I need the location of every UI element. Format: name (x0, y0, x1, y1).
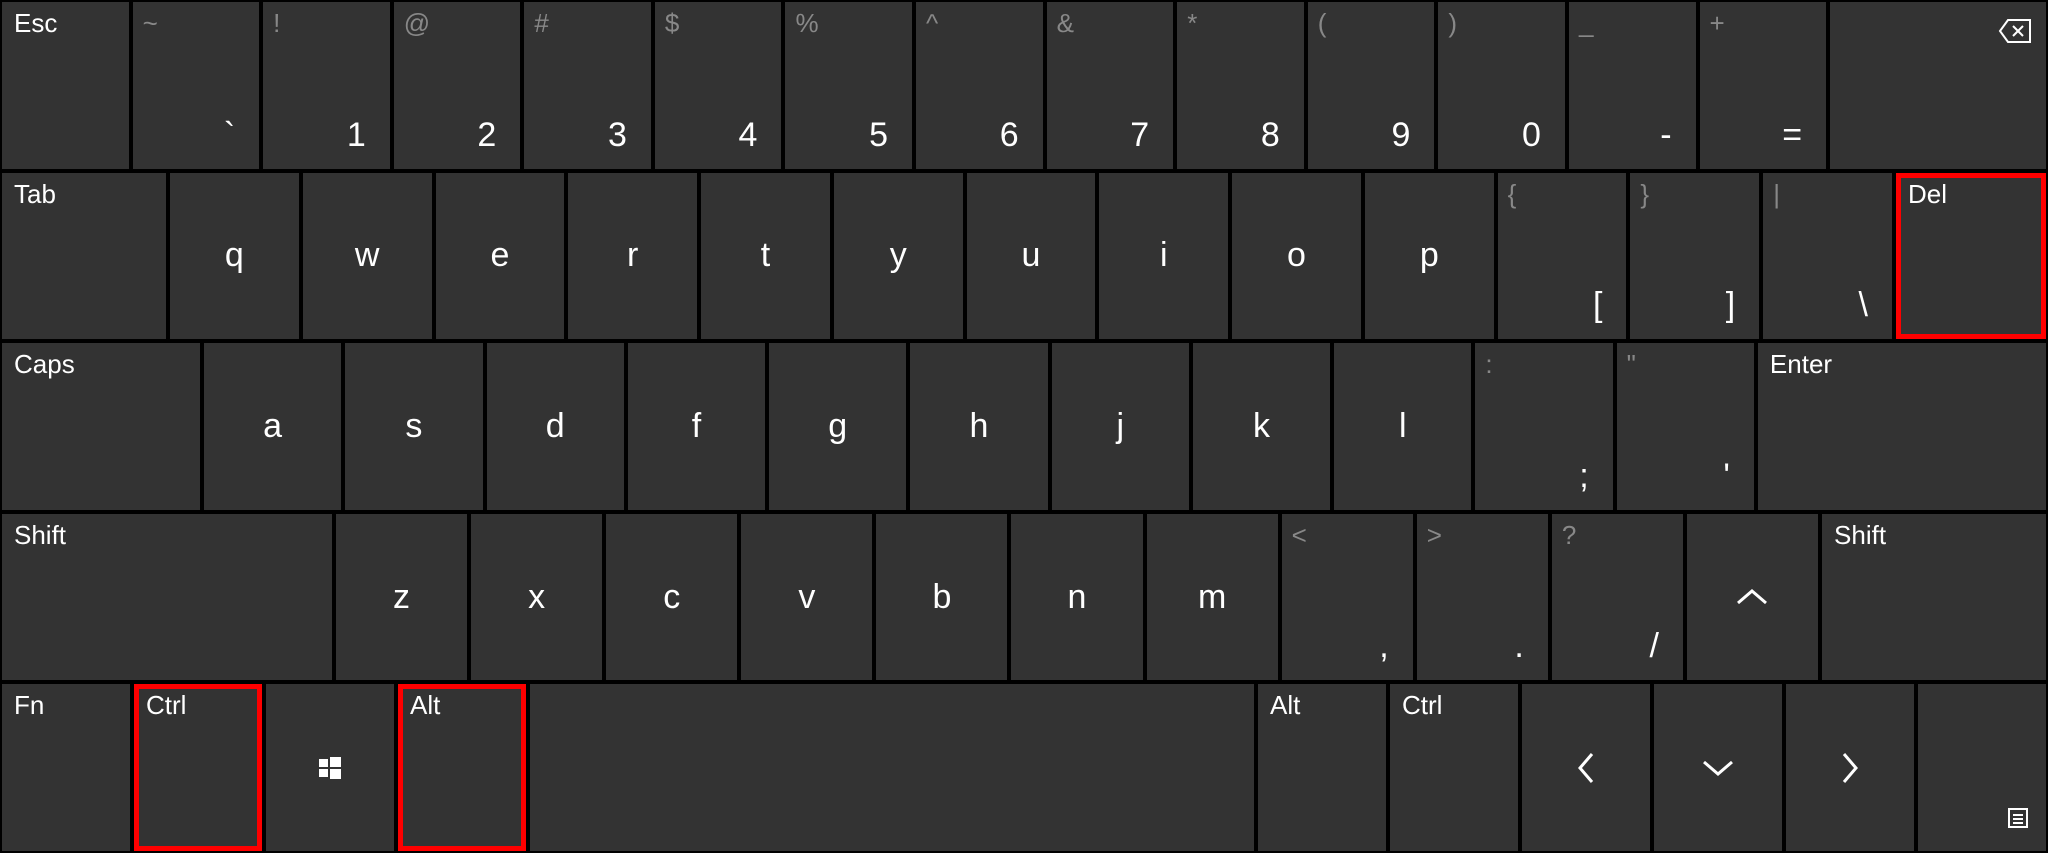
key-tilde-shift: ~ (143, 8, 158, 39)
key-x[interactable]: x (471, 514, 602, 681)
key-7[interactable]: & 7 (1047, 2, 1174, 169)
key-3[interactable]: # 3 (524, 2, 651, 169)
key-e[interactable]: e (436, 173, 565, 340)
key-period[interactable]: > . (1417, 514, 1548, 681)
key-c[interactable]: c (606, 514, 737, 681)
keyboard-row-2: Tab q w e r t y u i o p { [ } ] | \ Del (0, 171, 2048, 342)
key-6[interactable]: ^ 6 (916, 2, 1043, 169)
key-windows[interactable] (266, 684, 394, 851)
key-slash[interactable]: ? / (1552, 514, 1683, 681)
key-caps[interactable]: Caps (2, 343, 200, 510)
key-backtick-label: ` (224, 116, 235, 155)
key-r[interactable]: r (568, 173, 697, 340)
key-minus[interactable]: _ - (1569, 2, 1696, 169)
key-l[interactable]: l (1334, 343, 1471, 510)
key-a[interactable]: a (204, 343, 341, 510)
key-bracket-left[interactable]: { [ (1498, 173, 1627, 340)
key-k[interactable]: k (1193, 343, 1330, 510)
key-t[interactable]: t (701, 173, 830, 340)
key-h[interactable]: h (910, 343, 1047, 510)
key-0[interactable]: ) 0 (1438, 2, 1565, 169)
key-esc-label: Esc (14, 8, 57, 39)
key-apostrophe[interactable]: " ' (1617, 343, 1754, 510)
keyboard-row-5: Fn Ctrl Alt Alt Ctrl (0, 682, 2048, 853)
key-n[interactable]: n (1011, 514, 1142, 681)
key-w[interactable]: w (303, 173, 432, 340)
key-arrow-right[interactable] (1786, 684, 1914, 851)
key-arrow-up[interactable] (1687, 514, 1818, 681)
key-ctrl-left[interactable]: Ctrl (134, 684, 262, 851)
key-shift-left[interactable]: Shift (2, 514, 332, 681)
key-i[interactable]: i (1099, 173, 1228, 340)
key-d[interactable]: d (487, 343, 624, 510)
key-8[interactable]: * 8 (1177, 2, 1304, 169)
key-arrow-down[interactable] (1654, 684, 1782, 851)
key-menu[interactable] (1918, 684, 2046, 851)
key-b[interactable]: b (876, 514, 1007, 681)
chevron-down-icon (1654, 684, 1782, 851)
key-j[interactable]: j (1052, 343, 1189, 510)
keyboard-row-3: Caps a s d f g h j k l : ; " ' Enter (0, 341, 2048, 512)
key-semicolon[interactable]: : ; (1475, 343, 1612, 510)
key-p[interactable]: p (1365, 173, 1494, 340)
key-shift-right[interactable]: Shift (1822, 514, 2046, 681)
key-backtick[interactable]: ~ ` (133, 2, 260, 169)
chevron-right-icon (1786, 684, 1914, 851)
menu-icon (2008, 798, 2028, 837)
key-q[interactable]: q (170, 173, 299, 340)
key-backslash[interactable]: | \ (1763, 173, 1892, 340)
key-1[interactable]: ! 1 (263, 2, 390, 169)
key-4[interactable]: $ 4 (655, 2, 782, 169)
key-f[interactable]: f (628, 343, 765, 510)
key-5[interactable]: % 5 (785, 2, 912, 169)
key-s[interactable]: s (345, 343, 482, 510)
key-u[interactable]: u (967, 173, 1096, 340)
key-y[interactable]: y (834, 173, 963, 340)
key-alt-right[interactable]: Alt (1258, 684, 1386, 851)
key-ctrl-right[interactable]: Ctrl (1390, 684, 1518, 851)
key-arrow-left[interactable] (1522, 684, 1650, 851)
key-esc[interactable]: Esc (2, 2, 129, 169)
key-del[interactable]: Del (1896, 173, 2046, 340)
keyboard-row-1: Esc ~ ` ! 1 @ 2 # 3 $ 4 % 5 ^ 6 (0, 0, 2048, 171)
key-o[interactable]: o (1232, 173, 1361, 340)
key-equals[interactable]: + = (1700, 2, 1827, 169)
key-v[interactable]: v (741, 514, 872, 681)
key-9[interactable]: ( 9 (1308, 2, 1435, 169)
chevron-up-icon (1687, 514, 1818, 681)
on-screen-keyboard: Esc ~ ` ! 1 @ 2 # 3 $ 4 % 5 ^ 6 (0, 0, 2048, 853)
chevron-left-icon (1522, 684, 1650, 851)
windows-icon (266, 684, 394, 851)
key-bracket-right[interactable]: } ] (1630, 173, 1759, 340)
keyboard-row-4: Shift z x c v b n m < , > . ? / Shift (0, 512, 2048, 683)
key-alt-left[interactable]: Alt (398, 684, 526, 851)
key-g[interactable]: g (769, 343, 906, 510)
backspace-icon (1998, 14, 2032, 53)
key-2[interactable]: @ 2 (394, 2, 521, 169)
key-backspace[interactable] (1830, 2, 2046, 169)
key-m[interactable]: m (1147, 514, 1278, 681)
key-tab[interactable]: Tab (2, 173, 166, 340)
key-enter[interactable]: Enter (1758, 343, 2046, 510)
key-space[interactable] (530, 684, 1254, 851)
key-fn[interactable]: Fn (2, 684, 130, 851)
key-z[interactable]: z (336, 514, 467, 681)
key-comma[interactable]: < , (1282, 514, 1413, 681)
